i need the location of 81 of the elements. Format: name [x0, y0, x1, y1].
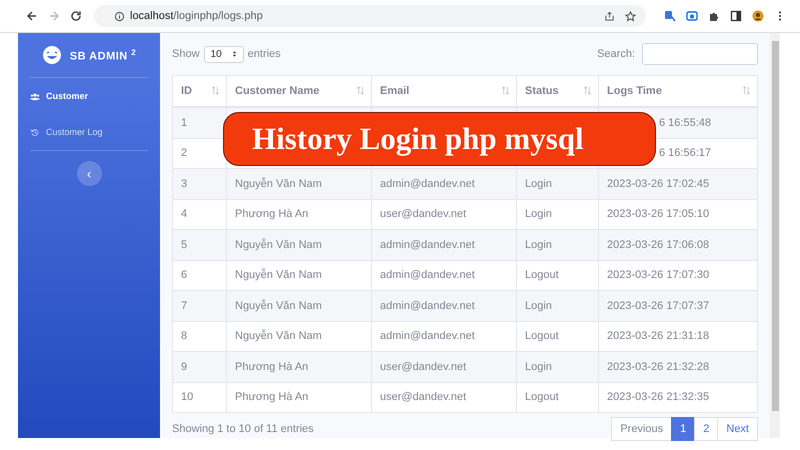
search-field[interactable] — [642, 43, 758, 65]
table-cell: admin@dandev.net — [380, 330, 475, 342]
table-cell: Nguyễn Văn Nam — [235, 238, 322, 251]
updown-caret-icon — [232, 50, 237, 58]
table-cell: Login — [525, 360, 552, 373]
avatar-icon[interactable] — [752, 10, 764, 22]
table-cell: 2 — [181, 147, 188, 160]
table-cell: 2023-03-26 21:31:18 — [607, 330, 710, 342]
users-icon — [30, 92, 40, 100]
table-cell: user@dandev.net — [380, 391, 466, 404]
title-banner: History Login php mysql — [223, 112, 656, 166]
table-cell: Logout — [525, 391, 559, 404]
table-cell: 2023-03-26 17:02:45 — [607, 178, 710, 190]
table-cell: Login — [525, 300, 552, 312]
table-cell: 2023-03-26 21:32:28 — [607, 360, 710, 373]
table-cell: 7 — [181, 300, 188, 312]
table-cell: Logout — [525, 330, 559, 342]
table-cell: 2023-03-26 17:05:10 — [607, 208, 710, 220]
sort-icon — [583, 86, 592, 95]
share-icon[interactable] — [604, 10, 615, 22]
page-button[interactable]: 1 — [671, 417, 696, 441]
table-info: Showing 1 to 10 of 11 entries — [172, 423, 314, 435]
table-cell: 4 — [181, 208, 188, 220]
entries-label: entries — [248, 48, 281, 60]
table-cell: Phương Hà An — [235, 391, 308, 404]
table-cell: 10 — [181, 391, 194, 404]
sort-icon — [742, 86, 751, 95]
puzzle-icon[interactable] — [708, 10, 720, 22]
reload-icon[interactable] — [70, 10, 82, 22]
camera-icon[interactable] — [686, 10, 698, 22]
table-cell: admin@dandev.net — [380, 238, 475, 251]
sort-icon — [501, 86, 510, 95]
url-host: localhost — [130, 10, 174, 22]
table-cell: Nguyễn Văn Nam — [235, 269, 322, 282]
table-cell: 6 16:55:48 — [659, 116, 711, 129]
table-cell: Logout — [525, 269, 559, 282]
page-button[interactable]: 2 — [694, 417, 718, 441]
table-cell: 3 — [181, 178, 188, 190]
table-cell: 9 — [181, 360, 188, 373]
url-path: /loginphp/logs.php — [173, 10, 263, 22]
table-cell: Nguyễn Văn Nam — [235, 300, 322, 312]
table-cell: user@dandev.net — [380, 208, 466, 220]
entries-select[interactable]: 10 — [204, 46, 244, 62]
table-cell: user@dandev.net — [380, 360, 466, 373]
table-cell: Phương Hà An — [235, 360, 308, 373]
table-cell: 2023-03-26 17:06:08 — [607, 238, 710, 251]
table-cell: Login — [525, 208, 552, 220]
nav-item[interactable]: Customer — [18, 78, 160, 114]
show-label: Show — [172, 48, 200, 60]
table-cell: 2023-03-26 21:32:35 — [607, 391, 710, 404]
table-cell: Phương Hà An — [235, 208, 308, 220]
sidebar-panel-icon[interactable] — [730, 10, 742, 22]
table-cell: 2023-03-26 17:07:30 — [607, 269, 710, 282]
search-label: Search: — [597, 48, 635, 60]
scrollbar[interactable] — [770, 33, 780, 438]
table-cell: 6 — [181, 269, 188, 282]
nav-item[interactable]: Customer Log — [18, 114, 160, 150]
table-cell: 1 — [181, 116, 188, 129]
table-cell: admin@dandev.net — [380, 269, 475, 282]
sort-icon — [356, 86, 365, 95]
page-button[interactable]: Next — [717, 417, 758, 441]
history-icon — [30, 128, 40, 136]
table-cell: 2023-03-26 17:07:37 — [607, 300, 710, 312]
address-bar[interactable]: localhost/loginphp/logs.php — [94, 5, 646, 27]
sidebar-toggle-button[interactable]: ‹ — [76, 161, 102, 186]
page-button[interactable]: Previous — [611, 417, 672, 441]
star-icon[interactable] — [625, 10, 636, 22]
table-cell: Login — [525, 238, 552, 251]
table-cell: Nguyễn Văn Nam — [235, 330, 322, 342]
table-cell: 8 — [181, 330, 188, 342]
table-cell: Login — [525, 178, 552, 190]
table-cell: admin@dandev.net — [380, 178, 475, 190]
info-icon — [114, 10, 125, 22]
table-cell: 6 16:56:17 — [659, 147, 711, 160]
table-cell: Nguyễn Văn Nam — [235, 178, 322, 190]
laughing-face-icon — [42, 45, 62, 65]
table-cell: 5 — [181, 238, 188, 251]
brand-name[interactable]: SB ADMIN $^{2}$ — [70, 48, 136, 62]
sort-icon — [211, 86, 220, 95]
table-cell: admin@dandev.net — [380, 300, 475, 312]
back-icon[interactable] — [26, 10, 38, 22]
